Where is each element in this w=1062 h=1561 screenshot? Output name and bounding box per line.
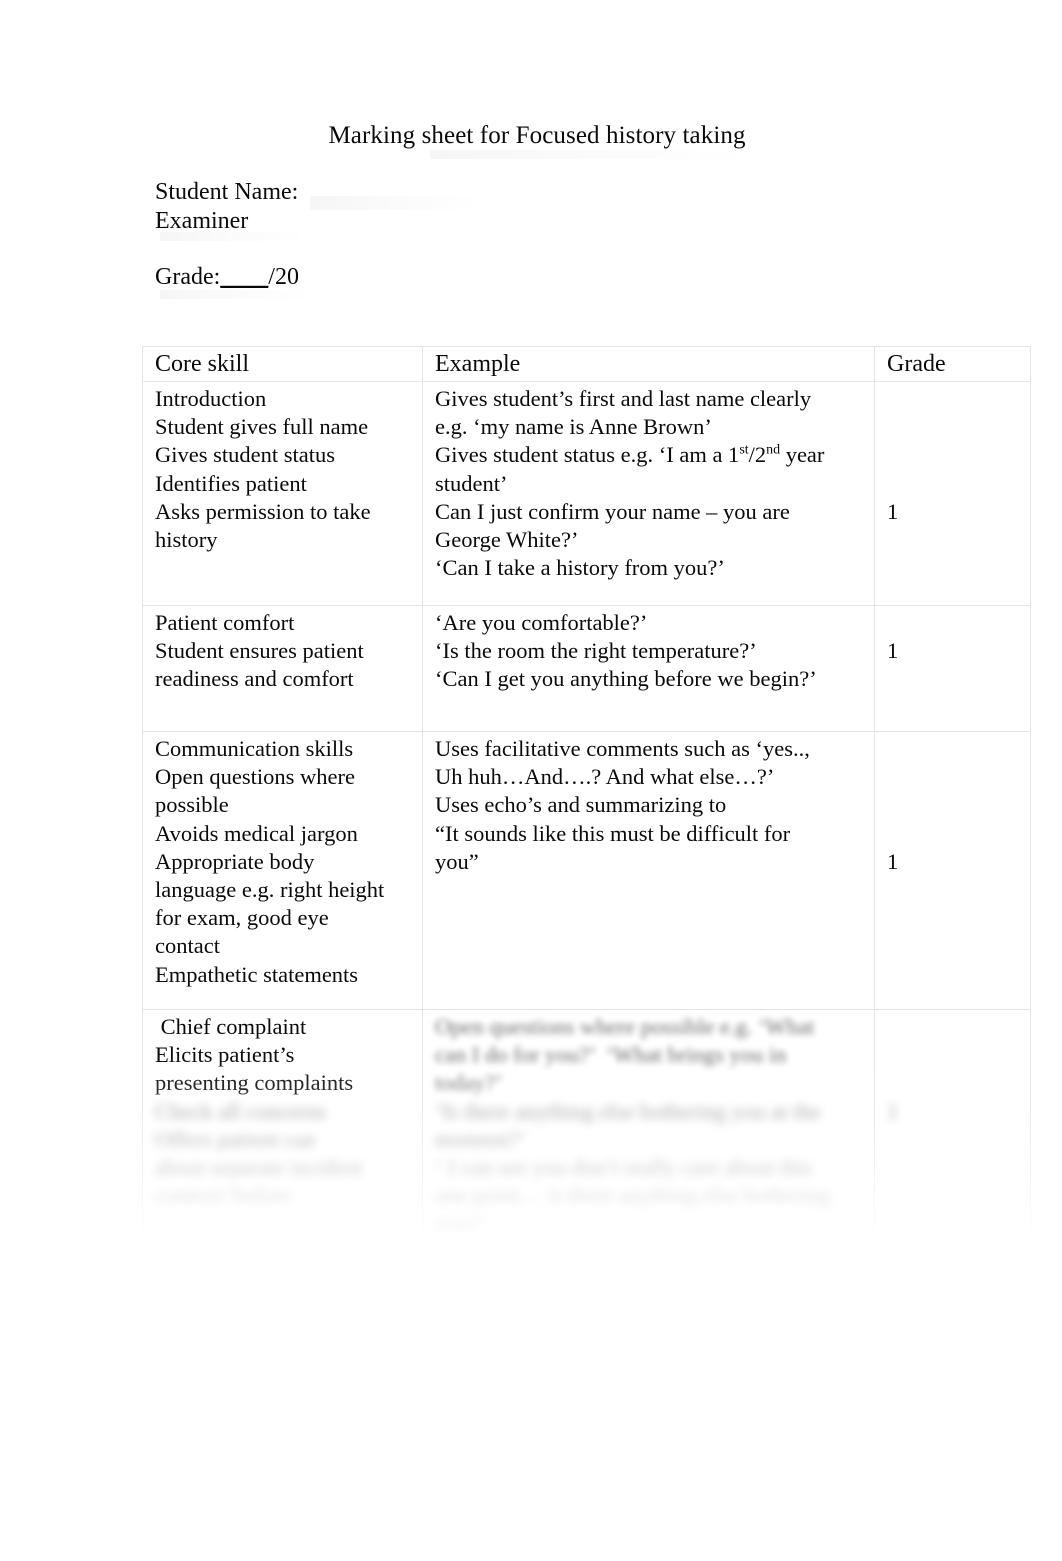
table-row: Chief complaint Elicits patient’s presen… [142,1009,1031,1250]
grade-blank[interactable]: ____ [220,264,268,290]
example-cell: Uses facilitative comments such as ‘yes.… [422,731,875,1010]
core-skill-cell: Introduction Student gives full name Giv… [142,381,423,606]
page-bottom-margin [0,1232,1062,1561]
example-cell: Open questions where possible e.g. ‘What… [422,1009,875,1250]
table-row: Communication skills Open questions wher… [142,731,1031,1010]
column-header-core-skill: Core skill [142,346,423,382]
document-page: Marking sheet for Focused history taking… [0,0,1062,1561]
student-name-label: Student Name: [155,179,299,205]
example-line-student-status: Gives student status e.g. ‘I am a 1st/2n… [435,442,825,468]
table-row: Patient comfort Student ensures patient … [142,605,1031,732]
grade-total: /20 [268,264,299,290]
grade-cell[interactable]: 1 [874,1009,1031,1250]
column-header-example: Example [422,346,875,382]
column-header-grade: Grade [874,346,1031,382]
example-cell: ‘Are you comfortable?’ ‘Is the room the … [422,605,875,732]
grade-cell[interactable]: 1 [874,381,1031,606]
examiner-label: Examiner [155,208,249,234]
core-skill-cell: Patient comfort Student ensures patient … [142,605,423,732]
grade-cell[interactable]: 1 [874,731,1031,1010]
core-skill-cell: Communication skills Open questions wher… [142,731,423,1010]
grade-field: Grade:____/20 [155,263,299,292]
table-row: Introduction Student gives full name Giv… [142,381,1031,606]
grade-cell[interactable]: 1 [874,605,1031,732]
marking-table: Core skill Example Grade Introduction St… [142,346,1031,1250]
page-title: Marking sheet for Focused history taking [328,122,746,149]
table-header-row: Core skill Example Grade [142,346,1031,382]
grade-label: Grade: [155,264,221,290]
core-skill-cell: Chief complaint Elicits patient’s presen… [142,1009,423,1250]
marking-table-container: Core skill Example Grade Introduction St… [142,346,1031,1250]
student-name-blank-artifact [310,196,485,210]
example-cell: Gives student’s first and last name clea… [422,381,875,606]
